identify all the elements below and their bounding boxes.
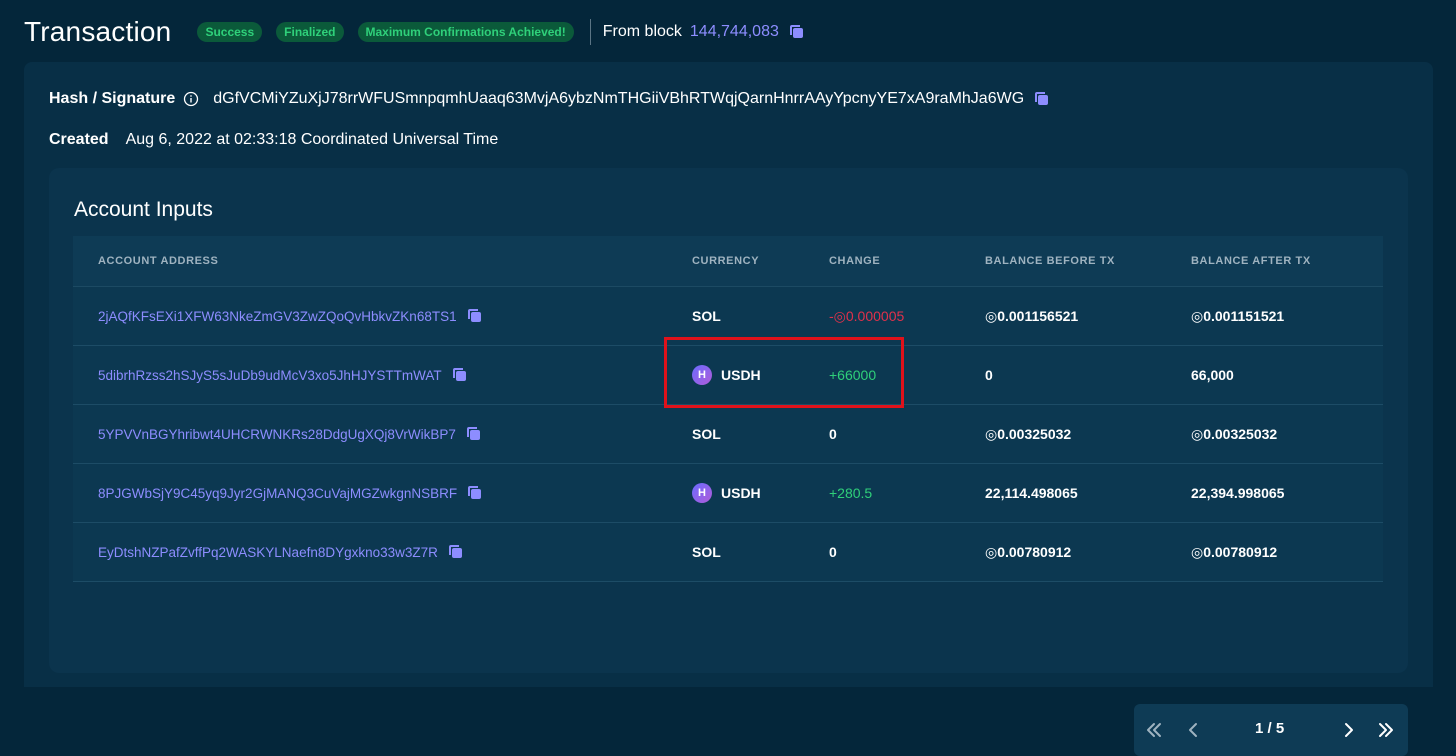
account-address-link[interactable]: 5YPVVnBGYhribwt4UHCRWNKRs28DdgUgXQj8VrWi…: [98, 427, 456, 442]
column-header-balance-before: BALANCE BEFORE TX: [985, 255, 1115, 267]
currency-cell: H USDH: [692, 365, 761, 385]
copy-icon[interactable]: [448, 544, 464, 560]
account-inputs-table: ACCOUNT ADDRESS CURRENCY CHANGE BALANCE …: [73, 236, 1383, 582]
section-title: Account Inputs: [74, 198, 213, 221]
status-badge-success: Success: [197, 22, 263, 42]
balance-before-cell: ◎0.00780912: [985, 543, 1072, 560]
created-value: Aug 6, 2022 at 02:33:18 Coordinated Univ…: [125, 131, 499, 148]
table-row: 5dibrhRzss2hSJyS5sJuDb9udMcV3xo5JhHJYSTT…: [73, 346, 1383, 405]
table-header: ACCOUNT ADDRESS CURRENCY CHANGE BALANCE …: [73, 236, 1383, 287]
created-label: Created: [49, 131, 109, 148]
created-row: Created Aug 6, 2022 at 02:33:18 Coordina…: [49, 131, 498, 149]
balance-before-cell: 0: [985, 367, 993, 383]
balance-before-cell: ◎0.001156521: [985, 307, 1079, 324]
hash-row: Hash / Signature dGfVCMiYZuXjJ78rrWFUSmn…: [49, 90, 1050, 108]
currency-label: USDH: [721, 367, 761, 383]
currency-cell: H USDH: [692, 483, 761, 503]
copy-icon[interactable]: [467, 485, 483, 501]
account-inputs-card: Account Inputs ACCOUNT ADDRESS CURRENCY …: [49, 168, 1408, 756]
currency-label: SOL: [692, 426, 721, 442]
pagination: 1 / 5: [1134, 704, 1408, 756]
copy-icon[interactable]: [789, 24, 805, 40]
table-row: 2jAQfKFsEXi1XFW63NkeZmGV3ZwZQoQvHbkvZKn6…: [73, 287, 1383, 346]
page-indicator: 1 / 5: [1255, 720, 1285, 737]
usdh-token-icon: H: [692, 483, 712, 503]
column-header-balance-after: BALANCE AFTER TX: [1191, 255, 1311, 267]
column-header-account-address: ACCOUNT ADDRESS: [98, 255, 219, 267]
copy-icon[interactable]: [1034, 91, 1050, 107]
usdh-token-icon: H: [692, 365, 712, 385]
change-cell: -◎0.000005: [829, 307, 905, 324]
double-chevron-right-icon[interactable]: [1374, 718, 1398, 742]
column-header-currency: CURRENCY: [692, 255, 760, 267]
table-row: EyDtshNZPafZvffPq2WASKYLNaefn8DYgxkno33w…: [73, 523, 1383, 582]
currency-label: SOL: [692, 544, 721, 560]
chevron-left-icon[interactable]: [1181, 718, 1205, 742]
status-badge-confirmations: Maximum Confirmations Achieved!: [357, 22, 574, 42]
table-row: 8PJGWbSjY9C45yq9Jyr2GjMANQ3CuVajMGZwkgnN…: [73, 464, 1383, 523]
hash-value: dGfVCMiYZuXjJ78rrWFUSmnpqmhUaaq63MvjA6yb…: [213, 90, 1025, 107]
copy-icon[interactable]: [452, 367, 468, 383]
currency-label: SOL: [692, 308, 721, 324]
balance-after-cell: 22,394.998065: [1191, 485, 1285, 501]
currency-cell: SOL: [692, 308, 721, 324]
currency-label: USDH: [721, 485, 761, 501]
account-address-cell: EyDtshNZPafZvffPq2WASKYLNaefn8DYgxkno33w…: [98, 544, 464, 560]
status-badge-finalized: Finalized: [276, 22, 344, 42]
column-header-change: CHANGE: [829, 255, 881, 267]
info-icon[interactable]: [183, 91, 199, 107]
hash-label: Hash / Signature: [49, 90, 176, 107]
page-header: Transaction Success Finalized Maximum Co…: [24, 12, 805, 52]
transaction-panel: Hash / Signature dGfVCMiYZuXjJ78rrWFUSmn…: [24, 62, 1433, 756]
balance-after-cell: ◎0.00325032: [1191, 425, 1278, 442]
block-number-link[interactable]: 144,744,083: [690, 23, 779, 41]
double-chevron-left-icon[interactable]: [1142, 718, 1166, 742]
change-cell: +66000: [829, 367, 877, 383]
account-address-link[interactable]: 2jAQfKFsEXi1XFW63NkeZmGV3ZwZQoQvHbkvZKn6…: [98, 309, 457, 324]
currency-cell: SOL: [692, 544, 721, 560]
account-address-cell: 2jAQfKFsEXi1XFW63NkeZmGV3ZwZQoQvHbkvZKn6…: [98, 308, 483, 324]
account-address-link[interactable]: 8PJGWbSjY9C45yq9Jyr2GjMANQ3CuVajMGZwkgnN…: [98, 486, 457, 501]
currency-cell: SOL: [692, 426, 721, 442]
header-divider: [589, 19, 591, 45]
change-cell: +280.5: [829, 485, 873, 501]
change-cell: 0: [829, 544, 837, 560]
from-block-label: From block: [602, 23, 682, 40]
account-address-cell: 5YPVVnBGYhribwt4UHCRWNKRs28DdgUgXQj8VrWi…: [98, 426, 482, 442]
chevron-right-icon[interactable]: [1337, 718, 1361, 742]
balance-after-cell: ◎0.001151521: [1191, 307, 1285, 324]
account-address-cell: 8PJGWbSjY9C45yq9Jyr2GjMANQ3CuVajMGZwkgnN…: [98, 485, 483, 501]
copy-icon[interactable]: [466, 426, 482, 442]
page-title: Transaction: [24, 16, 172, 47]
change-cell: 0: [829, 426, 837, 442]
account-address-link[interactable]: EyDtshNZPafZvffPq2WASKYLNaefn8DYgxkno33w…: [98, 545, 438, 560]
copy-icon[interactable]: [467, 308, 483, 324]
balance-after-cell: ◎0.00780912: [1191, 543, 1278, 560]
balance-before-cell: 22,114.498065: [985, 485, 1078, 501]
table-row: 5YPVVnBGYhribwt4UHCRWNKRs28DdgUgXQj8VrWi…: [73, 405, 1383, 464]
account-address-cell: 5dibrhRzss2hSJyS5sJuDb9udMcV3xo5JhHJYSTT…: [98, 367, 468, 383]
account-address-link[interactable]: 5dibrhRzss2hSJyS5sJuDb9udMcV3xo5JhHJYSTT…: [98, 368, 442, 383]
balance-after-cell: 66,000: [1191, 367, 1234, 383]
balance-before-cell: ◎0.00325032: [985, 425, 1072, 442]
